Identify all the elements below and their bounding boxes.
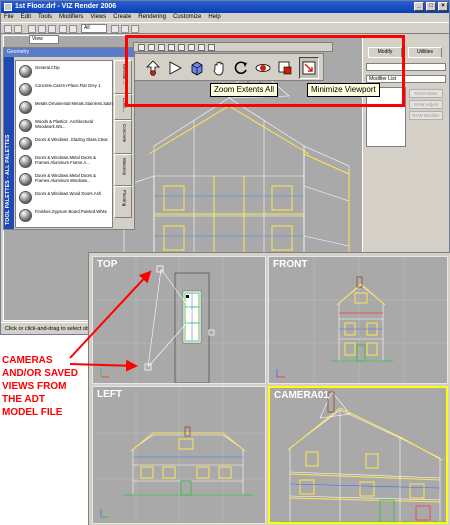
highlight-box xyxy=(125,35,405,107)
maximize-window-button[interactable]: □ xyxy=(426,2,436,11)
top-view-plan xyxy=(93,257,265,383)
four-viewport-layout: TOP FRONT LEFT CAMERA01 xyxy=(88,252,450,525)
select-by-name-icon[interactable] xyxy=(69,25,77,33)
unlink-icon[interactable] xyxy=(38,25,46,33)
menu-file[interactable]: File xyxy=(4,13,14,22)
material-swatch-icon xyxy=(19,191,32,204)
menu-rendering[interactable]: Rendering xyxy=(138,13,166,22)
palette-title-strip[interactable]: TOOL PALETTES - ALL PALETTES xyxy=(4,57,14,229)
material-swatch-icon xyxy=(19,173,32,186)
list-item[interactable]: Doors & Windows.Metal Doors & Frames.Alu… xyxy=(19,173,113,187)
minimize-window-button[interactable]: _ xyxy=(414,2,424,11)
close-window-button[interactable]: × xyxy=(438,2,448,11)
left-elevation xyxy=(93,387,265,523)
material-swatch-icon xyxy=(19,83,32,96)
tab-utilities[interactable]: Utilities xyxy=(408,47,442,58)
viewport-label-top: TOP xyxy=(97,259,118,270)
palette-header: Geometry xyxy=(4,48,134,57)
list-item[interactable]: Doors & Windows .Glazing Glass.Clear xyxy=(19,137,113,151)
annotation-callout: CAMERAS AND/OR SAVED VIEWS FROM THE ADT … xyxy=(2,354,94,419)
material-list: General.Chip Concrete.Cast-In-Place.Flat… xyxy=(15,60,113,228)
viewport-label-camera01: CAMERA01 xyxy=(274,390,330,401)
tool-palette: Geometry TOOL PALETTES - ALL PALETTES Ge… xyxy=(3,47,135,230)
viewport-front[interactable]: FRONT xyxy=(268,256,448,384)
menu-modifiers[interactable]: Modifiers xyxy=(59,13,83,22)
list-item[interactable]: Concrete.Cast-In-Place.Flat Grey 1 xyxy=(19,83,113,97)
palette-tab-flooring[interactable]: Flooring xyxy=(114,186,132,218)
viewport-label-front: FRONT xyxy=(273,259,308,270)
title-bar: 1st Floor.drf - VIZ Render 2006 _ □ × xyxy=(1,1,449,13)
scale-icon[interactable] xyxy=(131,25,139,33)
camera-perspective xyxy=(280,391,446,522)
material-swatch-icon xyxy=(19,119,32,132)
material-swatch-icon xyxy=(19,155,32,168)
material-swatch-icon xyxy=(19,65,32,78)
bind-icon[interactable] xyxy=(48,25,56,33)
annotation-line: THE ADT xyxy=(2,394,45,405)
move-icon[interactable] xyxy=(111,25,119,33)
undo-icon[interactable] xyxy=(4,25,12,33)
material-swatch-icon xyxy=(19,137,32,150)
menu-help[interactable]: Help xyxy=(208,13,220,22)
front-elevation xyxy=(269,257,447,383)
annotation-line: CAMERAS xyxy=(2,355,53,366)
list-item[interactable]: Woods & Plastics .Architectural Woodwork… xyxy=(19,119,113,133)
list-item[interactable]: General.Chip xyxy=(19,65,113,79)
window-title: 1st Floor.drf - VIZ Render 2006 xyxy=(15,3,117,10)
palette-strip-title: TOOL PALETTES - ALL PALETTES xyxy=(5,134,11,225)
palette-tab-concrete[interactable]: Concrete xyxy=(114,120,132,154)
menu-views[interactable]: Views xyxy=(90,13,106,22)
viewport-left[interactable]: LEFT xyxy=(92,386,266,524)
palette-tab-masonry[interactable]: Masonry xyxy=(114,154,132,186)
viewport-label-left: LEFT xyxy=(97,389,122,400)
list-item[interactable]: Doors & Windows.Metal Doors & Frames.Alu… xyxy=(19,155,113,169)
main-toolbar: All xyxy=(1,22,449,34)
annotation-line: AND/OR SAVED xyxy=(2,368,78,379)
menu-customize[interactable]: Customize xyxy=(173,13,201,22)
annotation-line: MODEL FILE xyxy=(2,407,63,418)
nvw-modifier-button[interactable]: NVW Modifier xyxy=(409,111,443,120)
list-item[interactable]: Finishes.Gypsum Board.Painted.White xyxy=(19,209,113,223)
rotate-icon[interactable] xyxy=(121,25,129,33)
nvw-adjust-button[interactable]: NVW Adjust xyxy=(409,100,443,109)
menu-create[interactable]: Create xyxy=(113,13,131,22)
list-item[interactable]: Doors & Windows.Wood Doors.Ash xyxy=(19,191,113,205)
annotation-line: VIEWS FROM xyxy=(2,381,67,392)
list-item[interactable]: Metals.Ornamental Metals.Stainless.Satin xyxy=(19,101,113,115)
menu-edit[interactable]: Edit xyxy=(21,13,31,22)
nvw-make-button[interactable]: NVW Make xyxy=(409,89,443,98)
select-link-icon[interactable] xyxy=(28,25,36,33)
select-object-icon[interactable] xyxy=(59,25,67,33)
material-swatch-icon xyxy=(19,209,32,222)
app-icon xyxy=(4,3,12,11)
material-swatch-icon xyxy=(19,101,32,114)
viewport-top[interactable]: TOP xyxy=(92,256,266,384)
status-prompt: Click or click-and-drag to select object… xyxy=(5,326,101,332)
menu-bar: File Edit Tools Modifiers Views Create R… xyxy=(1,13,449,22)
redo-icon[interactable] xyxy=(14,25,22,33)
viewport-camera01[interactable]: CAMERA01 xyxy=(268,386,448,524)
window-controls: _ □ × xyxy=(414,2,448,11)
reference-coordinate-dropdown[interactable]: View xyxy=(29,35,59,44)
selection-filter-dropdown[interactable]: All xyxy=(81,24,107,33)
menu-tools[interactable]: Tools xyxy=(38,13,52,22)
